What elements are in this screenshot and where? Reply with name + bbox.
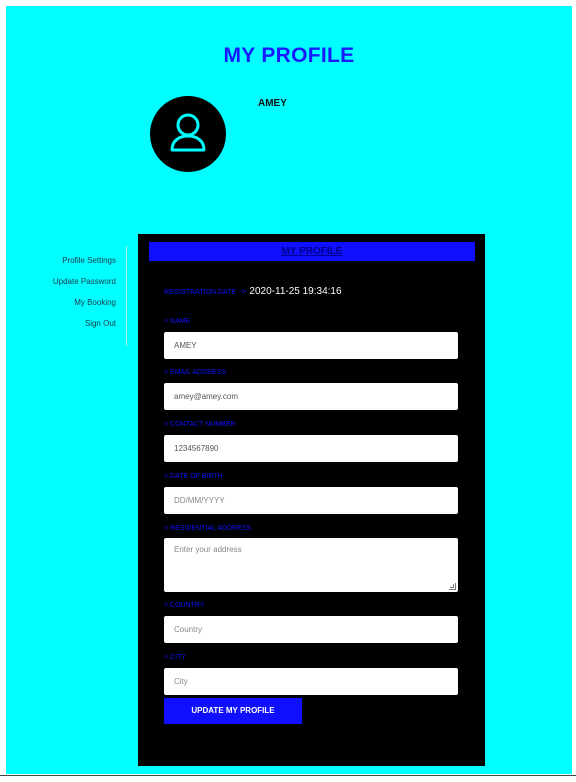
sidebar-divider [126,246,127,346]
sidebar-item-my-booking[interactable]: My Booking [20,292,116,313]
profile-name: AMEY [258,98,287,109]
form-header: MY PROFILE [149,242,475,261]
address-textarea[interactable]: Enter your address [164,538,458,592]
country-placeholder: Country [174,625,203,634]
registration-value: 2020-11-25 19:34:16 [249,286,342,297]
contact-input[interactable]: 1234567890 [164,435,458,462]
city-input[interactable]: City [164,668,458,695]
avatar [150,96,226,172]
email-input[interactable]: amey@amey.com [164,383,458,410]
sidebar-item-update-password[interactable]: Update Password [20,271,116,292]
resize-grip-icon[interactable] [449,583,456,590]
dob-placeholder: DD/MM/YYYY [174,496,225,505]
contact-value: 1234567890 [174,444,219,453]
name-input[interactable]: AMEY [164,332,458,359]
page-background: MY PROFILE AMEY Profile Settings Update … [6,6,572,774]
registration-arrow: -> [239,287,247,296]
sidebar: Profile Settings Update Password My Book… [20,250,116,334]
sidebar-item-sign-out[interactable]: Sign Out [20,313,116,334]
contact-label: > CONTACT NUMBER [164,421,236,428]
sidebar-item-profile-settings[interactable]: Profile Settings [20,250,116,271]
user-icon [170,113,206,152]
email-value: amey@amey.com [174,392,238,401]
dob-input[interactable]: DD/MM/YYYY [164,487,458,514]
country-input[interactable]: Country [164,616,458,643]
bottom-divider [0,775,576,776]
update-profile-button[interactable]: UPDATE MY PROFILE [164,698,302,724]
name-value: AMEY [174,341,197,350]
city-label: > CITY [164,654,186,661]
registration-row: REGISTRATION DATE -> 2020-11-25 19:34:16 [164,286,342,297]
name-label: > NAME [164,318,191,325]
address-placeholder: Enter your address [174,545,242,554]
registration-label: REGISTRATION DATE [164,289,237,296]
profile-form-panel: MY PROFILE REGISTRATION DATE -> 2020-11-25… [138,234,485,766]
email-label: > EMAIL ADDRESS [164,369,227,376]
country-label: > COUNTRY [164,602,205,609]
address-label: > RESIDENTIAL ADDRESS [164,525,252,532]
dob-label: > DATE OF BIRTH [164,473,223,480]
city-placeholder: City [174,677,188,686]
page-title: MY PROFILE [223,44,355,67]
